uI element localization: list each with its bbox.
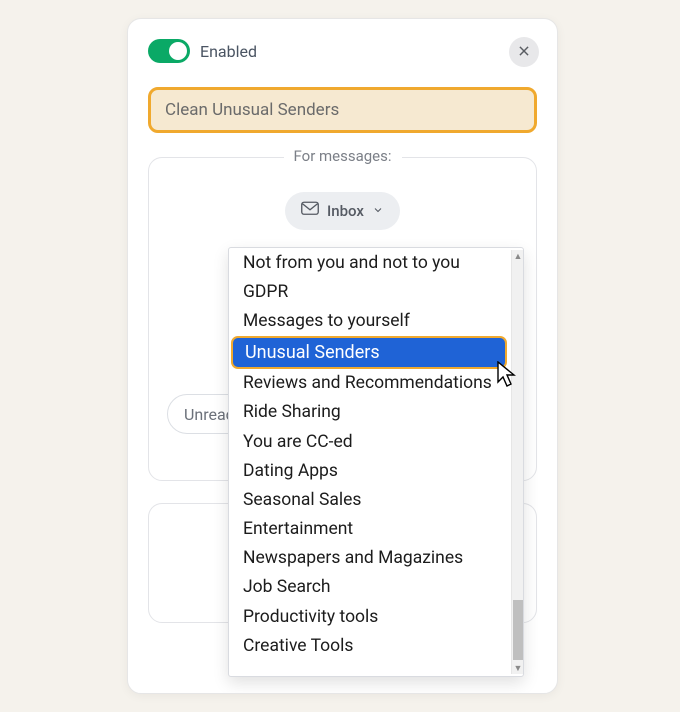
scrollbar[interactable]: ▲ ▼ (511, 250, 523, 674)
folder-chip-label: Inbox (327, 202, 364, 220)
chevron-down-icon (372, 202, 384, 220)
close-icon (517, 43, 531, 62)
for-messages-legend: For messages: (284, 147, 402, 165)
preset-option[interactable]: You are CC-ed (229, 427, 509, 456)
close-button[interactable] (509, 37, 539, 67)
preset-dropdown: Not from you and not to youGDPRMessages … (228, 247, 524, 677)
mail-icon (301, 201, 319, 221)
preset-option[interactable]: Not from you and not to you (229, 248, 509, 277)
preset-option[interactable]: Productivity tools (229, 602, 509, 631)
folder-chip[interactable]: Inbox (285, 192, 400, 230)
preset-option[interactable]: GDPR (229, 277, 509, 306)
toggle-row: Enabled (148, 39, 537, 63)
scroll-down-arrow-icon[interactable]: ▼ (512, 662, 524, 674)
scroll-thumb[interactable] (513, 600, 523, 660)
scroll-up-arrow-icon[interactable]: ▲ (512, 250, 524, 262)
enabled-toggle[interactable] (148, 39, 190, 63)
preset-option[interactable]: Ride Sharing (229, 398, 509, 427)
rule-name-input[interactable]: Clean Unusual Senders (148, 87, 537, 133)
preset-option[interactable]: Dating Apps (229, 456, 509, 485)
toggle-knob (169, 42, 187, 60)
preset-option[interactable]: Job Search (229, 573, 509, 602)
preset-option[interactable]: Seasonal Sales (229, 485, 509, 514)
preset-option[interactable]: Newspapers and Magazines (229, 544, 509, 573)
enabled-label: Enabled (200, 42, 257, 61)
rule-editor-card: Enabled Clean Unusual Senders For messag… (127, 18, 558, 694)
preset-option[interactable]: Entertainment (229, 515, 509, 544)
rule-name-value: Clean Unusual Senders (165, 100, 339, 120)
preset-option[interactable]: Unusual Senders (231, 336, 507, 369)
preset-option[interactable]: Creative Tools (229, 631, 509, 660)
preset-dropdown-list[interactable]: Not from you and not to youGDPRMessages … (229, 248, 509, 676)
preset-option[interactable]: Reviews and Recommendations (229, 369, 509, 398)
header: Enabled (128, 19, 557, 63)
preset-option[interactable]: Messages to yourself (229, 306, 509, 335)
